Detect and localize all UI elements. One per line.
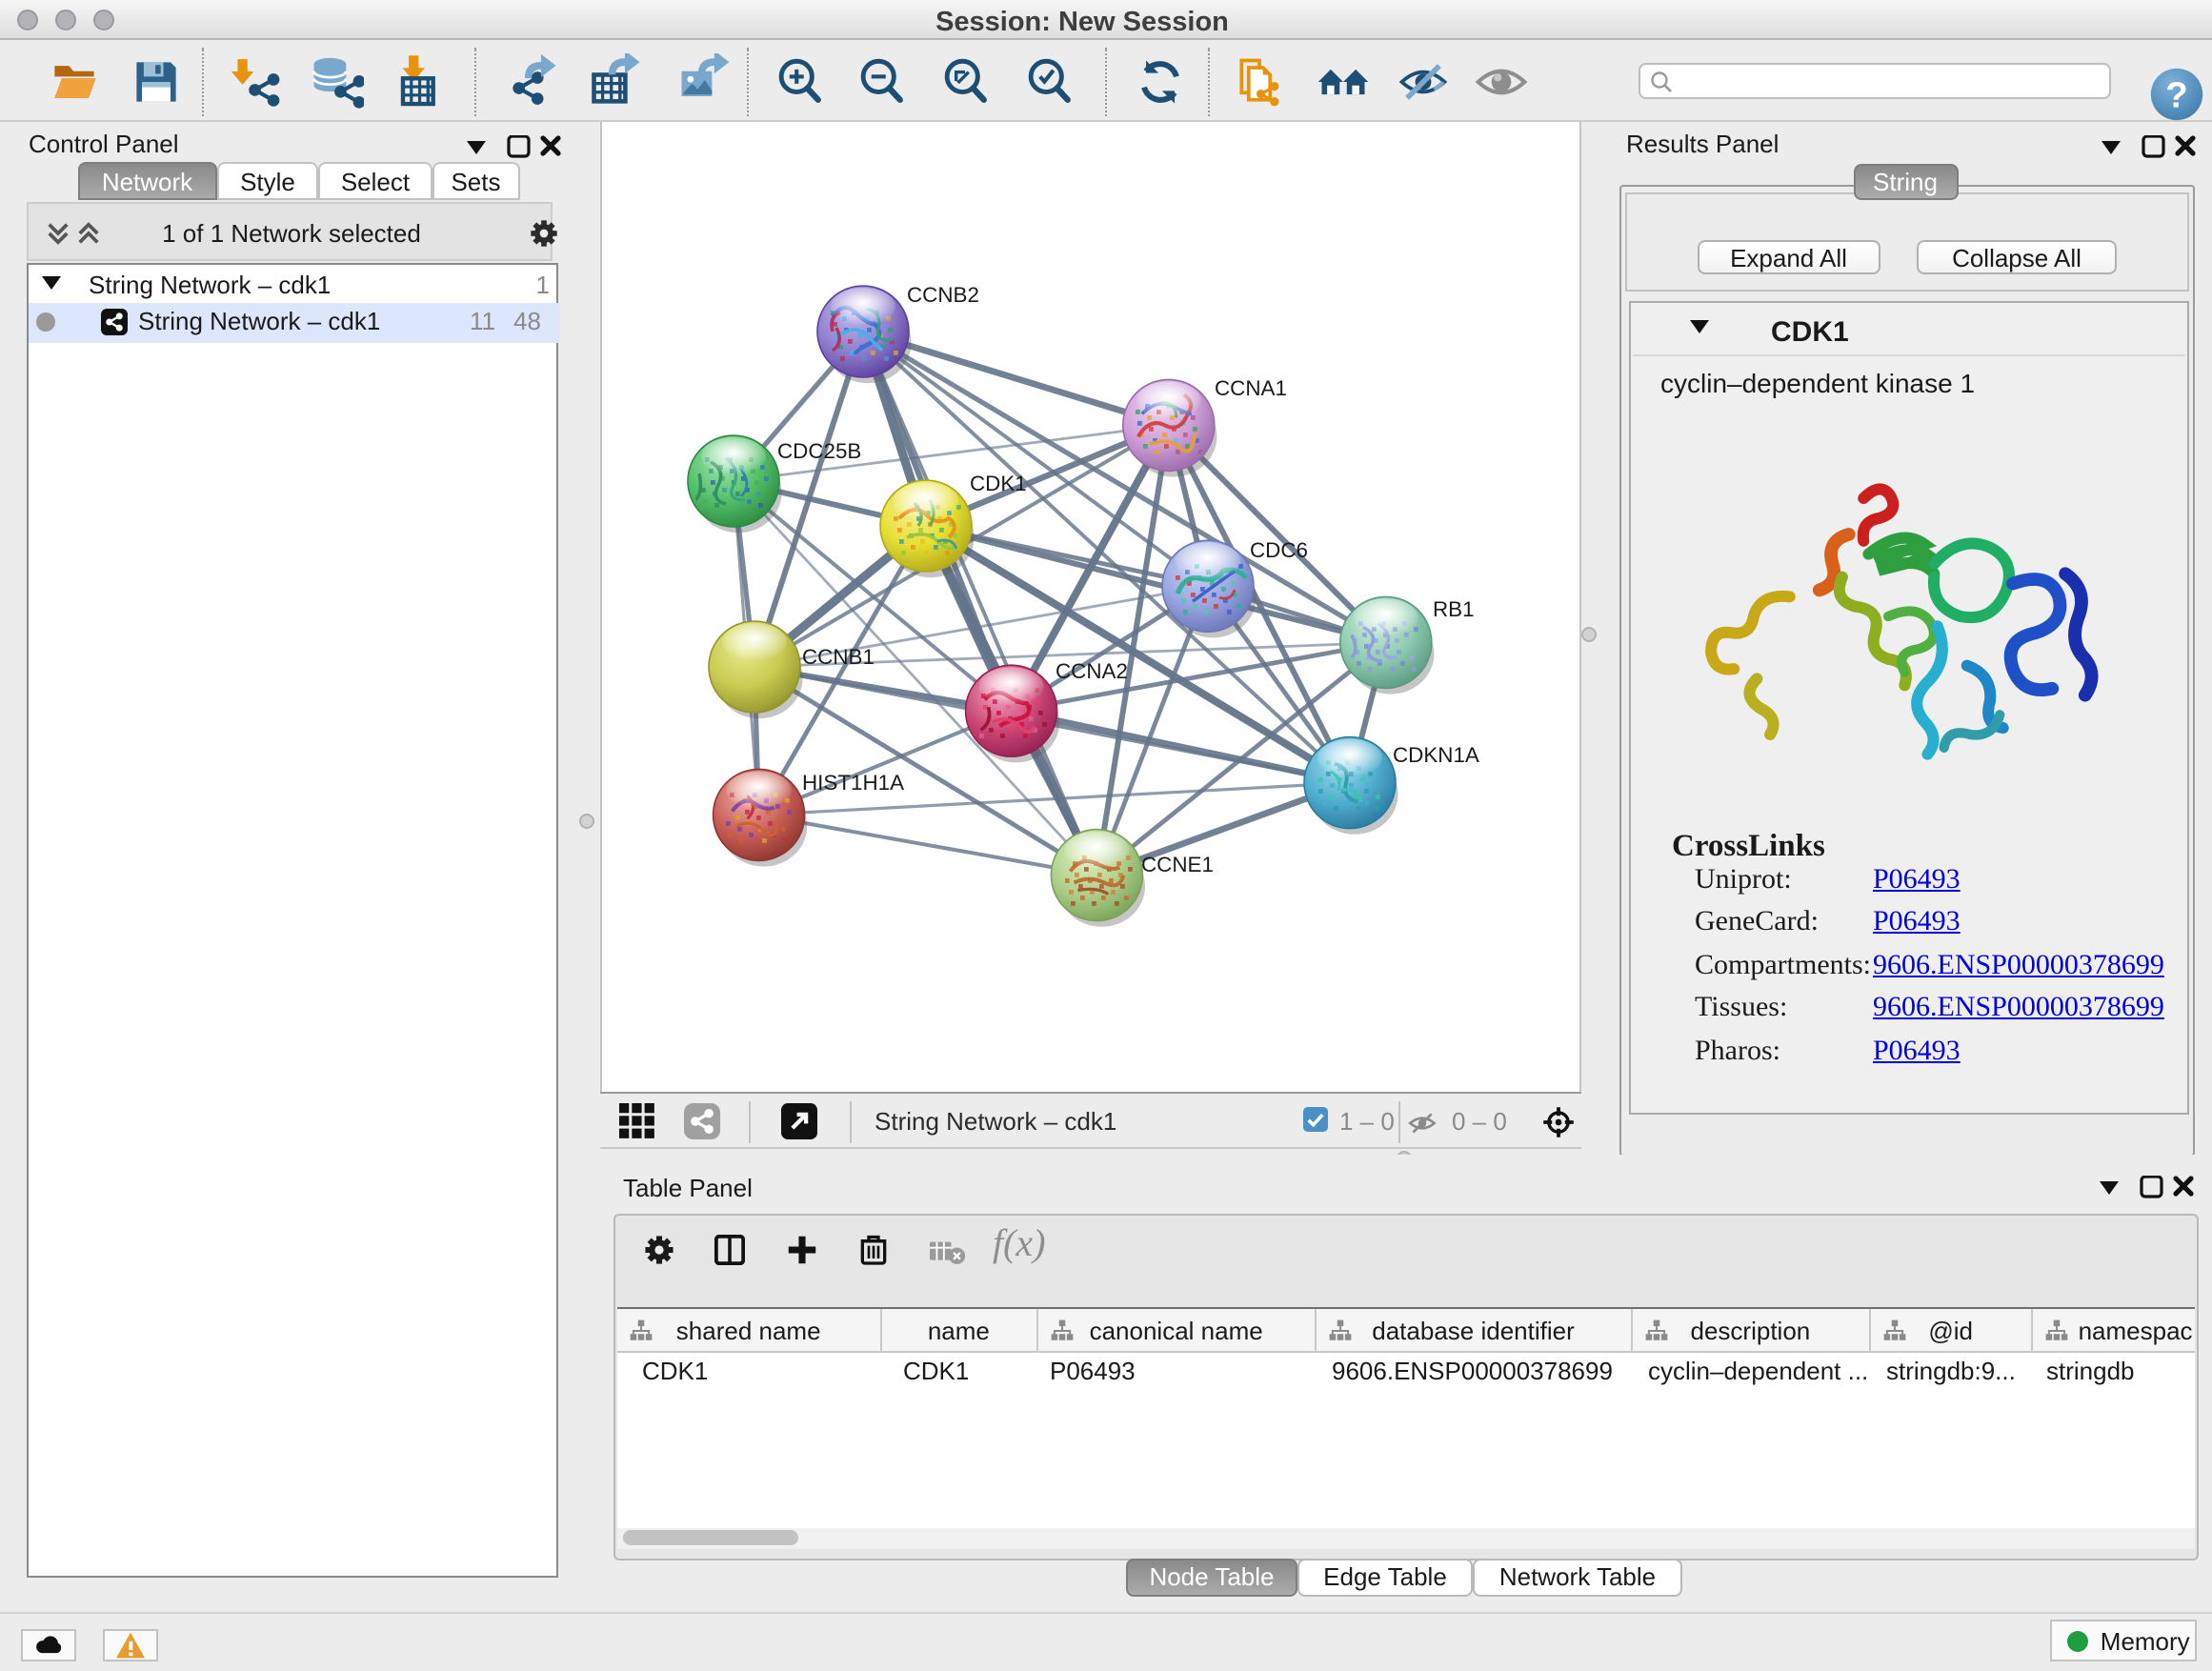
svg-text:CCNE1: CCNE1 xyxy=(1141,853,1214,876)
svg-text:CDC25B: CDC25B xyxy=(777,439,861,463)
svg-text:CDKN1A: CDKN1A xyxy=(1393,743,1479,767)
svg-text:?: ? xyxy=(2164,75,2186,115)
svg-text:CCNA2: CCNA2 xyxy=(1056,659,1128,683)
svg-text:HIST1H1A: HIST1H1A xyxy=(802,771,904,795)
svg-text:CCNB2: CCNB2 xyxy=(907,283,979,307)
svg-text:RB1: RB1 xyxy=(1433,597,1475,621)
svg-text:CCNB1: CCNB1 xyxy=(802,645,875,669)
svg-text:CCNA1: CCNA1 xyxy=(1215,376,1287,400)
svg-text:CDC6: CDC6 xyxy=(1250,538,1308,562)
svg-text:CDK1: CDK1 xyxy=(970,472,1027,495)
